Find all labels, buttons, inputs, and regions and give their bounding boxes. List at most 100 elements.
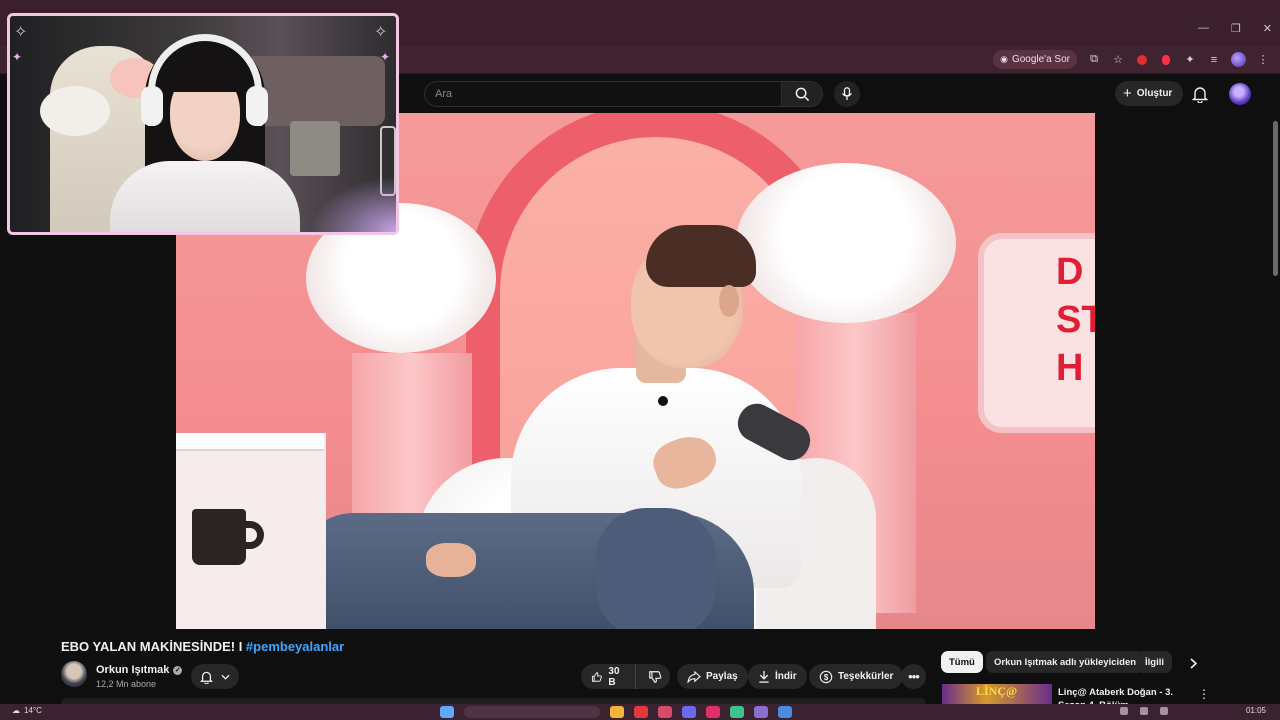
channel-avatar[interactable] xyxy=(61,661,87,687)
svg-text:$: $ xyxy=(824,672,829,681)
channel-name-row: Orkun Işıtmak ✓ xyxy=(96,664,183,676)
taskbar-clock[interactable]: 01:05 xyxy=(1246,706,1266,715)
app-icon-green[interactable] xyxy=(730,706,744,718)
weather-temp: 14°C xyxy=(24,706,42,715)
person-hair xyxy=(646,225,756,287)
page-scrollbar[interactable] xyxy=(1271,113,1280,698)
search-placeholder: Ara xyxy=(435,88,453,100)
taskbar-apps xyxy=(440,706,792,718)
streamer-webcam-overlay: ✧ ✦ ✧ ✦ xyxy=(7,13,399,235)
extension-red-icon[interactable] xyxy=(1135,53,1149,67)
account-avatar[interactable] xyxy=(1229,83,1251,105)
scrollbar-thumb[interactable] xyxy=(1273,121,1278,276)
chevron-down-icon xyxy=(221,674,230,680)
video-title: EBO YALAN MAKİNESİNDE! I #pembeyalanlar xyxy=(61,639,344,654)
browser-profile-avatar[interactable] xyxy=(1231,52,1246,67)
like-dislike-group: 30 B xyxy=(581,664,670,689)
reading-list-icon[interactable]: ≡ xyxy=(1207,53,1221,67)
set-sign-letters: D ST H xyxy=(1056,251,1095,389)
thumbs-up-icon xyxy=(591,671,602,682)
minimize-icon[interactable]: — xyxy=(1198,22,1209,35)
toolbar-actions: ◉ Google'a Sor ⧉ ☆ ✦ ≡ ⋮ xyxy=(993,50,1270,69)
file-explorer-icon[interactable] xyxy=(610,706,624,718)
webcam-purple-light xyxy=(310,176,396,232)
voice-search-button[interactable] xyxy=(834,81,860,107)
person-knee xyxy=(596,508,716,629)
thanks-button[interactable]: $ Teşekkürler xyxy=(809,664,904,689)
chip-related[interactable]: İlgili xyxy=(1137,651,1172,673)
create-label: Oluştur xyxy=(1136,88,1173,99)
super-thanks-icon: $ xyxy=(819,670,833,683)
chip-from-uploader[interactable]: Orkun Işıtmak adlı yükleyiciden xyxy=(986,651,1145,673)
verified-check-icon: ✓ xyxy=(173,665,183,675)
extensions-puzzle-icon[interactable]: ✦ xyxy=(1183,53,1197,67)
system-tray xyxy=(1120,707,1168,715)
sparkle-decor-icon: ✧ xyxy=(14,24,28,41)
thanks-label: Teşekkürler xyxy=(838,671,894,682)
chip-all[interactable]: Tümü xyxy=(941,651,983,673)
video-hashtag-link[interactable]: #pembeyalanlar xyxy=(246,639,344,654)
app-icon-pink[interactable] xyxy=(658,706,672,718)
taskbar-search[interactable] xyxy=(464,706,600,718)
chevron-right-icon xyxy=(1189,657,1197,669)
subscriber-count: 12,2 Mn abone xyxy=(96,679,157,689)
bell-icon xyxy=(200,671,213,684)
plus-icon: + xyxy=(1123,85,1132,102)
notifications-bell-icon[interactable] xyxy=(1192,85,1208,103)
extension-opera-icon[interactable] xyxy=(1159,53,1173,67)
dislike-button[interactable] xyxy=(641,664,670,689)
taskbar-weather[interactable]: ☁ 14°C xyxy=(12,706,42,715)
browser-menu-icon[interactable]: ⋮ xyxy=(1256,53,1270,67)
share-arrow-icon xyxy=(687,670,701,683)
recommendation-menu-icon[interactable]: ⋮ xyxy=(1198,686,1210,702)
thumbs-down-icon xyxy=(649,670,662,683)
sparkle-decor-icon: ✦ xyxy=(12,50,23,64)
obs-icon[interactable] xyxy=(754,706,768,718)
weather-cloud-icon: ☁ xyxy=(12,706,20,715)
download-button[interactable]: İndir xyxy=(748,664,807,689)
search-input[interactable]: Ara xyxy=(424,81,782,107)
restore-icon[interactable]: ❐ xyxy=(1231,22,1241,35)
more-actions-button[interactable]: ••• xyxy=(901,664,926,689)
recommendation-thumbnail-text: LİNÇ@ xyxy=(976,684,1018,698)
tray-volume-icon[interactable] xyxy=(1160,707,1168,715)
headphones-earcup-left xyxy=(141,86,163,126)
person-ear xyxy=(719,285,739,317)
tray-network-icon[interactable] xyxy=(1140,707,1148,715)
share-label: Paylaş xyxy=(706,671,738,682)
download-label: İndir xyxy=(775,671,797,682)
tray-chevron-icon[interactable] xyxy=(1120,707,1128,715)
coffee-mug xyxy=(192,509,246,565)
lapel-mic xyxy=(658,396,668,406)
windows-taskbar: ☁ 14°C 01:05 xyxy=(0,704,1280,720)
recommendation-title[interactable]: Linç@ Ataberk Doğan - 3. Sezon 4. Bölüm xyxy=(1058,686,1198,705)
search-button[interactable] xyxy=(781,81,823,107)
bookmark-star-icon[interactable]: ☆ xyxy=(1111,53,1125,67)
set-cloud-right xyxy=(736,163,956,323)
recommendation-thumbnail[interactable]: LİNÇ@ xyxy=(942,684,1052,704)
google-ask-button[interactable]: ◉ Google'a Sor xyxy=(993,50,1077,69)
create-button[interactable]: + Oluştur xyxy=(1115,81,1184,106)
subscription-notification-button[interactable] xyxy=(191,664,239,689)
chips-next-button[interactable] xyxy=(1184,654,1202,672)
discord-icon[interactable] xyxy=(682,706,696,718)
chrome-icon[interactable] xyxy=(778,706,792,718)
person-hand-left xyxy=(426,543,476,577)
sparkle-decor-icon: ✦ xyxy=(380,50,391,64)
like-button[interactable]: 30 B xyxy=(581,664,636,689)
google-ask-label: Google'a Sor xyxy=(1011,54,1070,65)
streamer-top xyxy=(110,161,300,232)
more-horizontal-icon: ••• xyxy=(908,669,920,684)
search-icon xyxy=(795,87,809,101)
install-app-icon[interactable]: ⧉ xyxy=(1087,53,1101,67)
opera-icon[interactable] xyxy=(634,706,648,718)
video-title-text: EBO YALAN MAKİNESİNDE! I xyxy=(61,639,246,654)
channel-name[interactable]: Orkun Işıtmak xyxy=(96,664,169,676)
windows-start-icon[interactable] xyxy=(440,706,454,718)
headphones-earcup-right xyxy=(246,86,268,126)
close-icon[interactable]: ✕ xyxy=(1263,22,1272,35)
app-icon-red[interactable] xyxy=(706,706,720,718)
side-table-top xyxy=(176,433,324,451)
download-icon xyxy=(759,670,769,683)
share-button[interactable]: Paylaş xyxy=(677,664,748,689)
